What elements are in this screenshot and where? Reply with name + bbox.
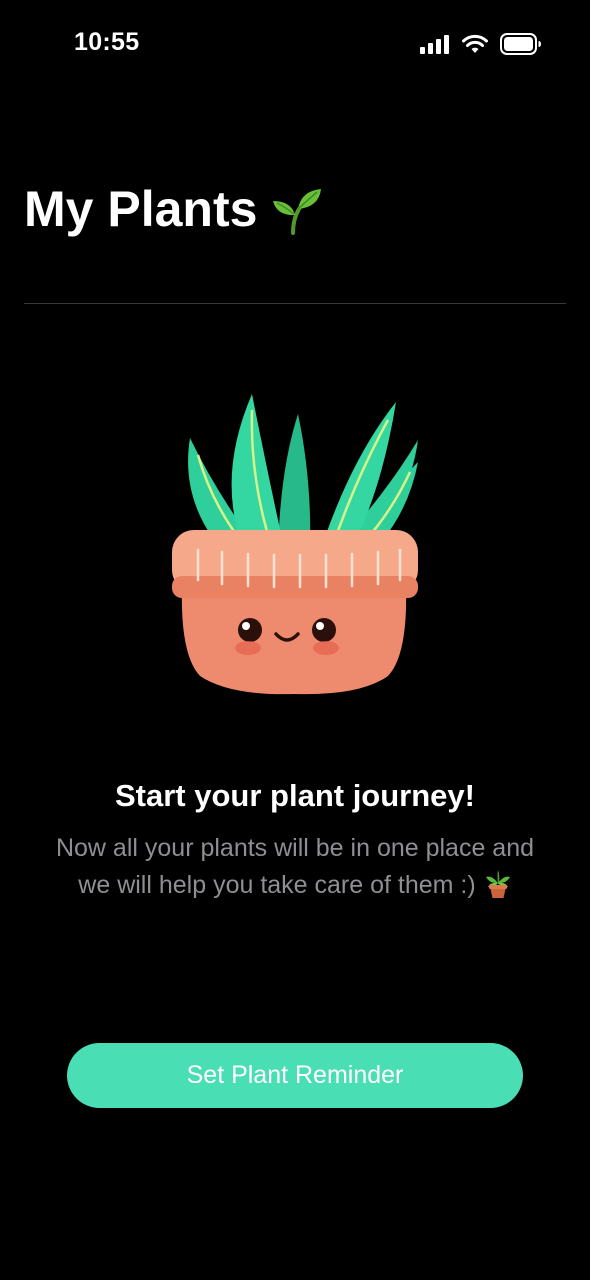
status-icons xyxy=(420,30,542,58)
wifi-icon xyxy=(462,34,488,53)
description-line-2: we will help you take care of them :) xyxy=(40,867,550,904)
empty-state-title: Start your plant journey! xyxy=(115,778,475,813)
signal-icon xyxy=(420,35,449,54)
status-time: 10:55 xyxy=(74,28,140,56)
potted-plant-icon xyxy=(485,870,510,898)
description-line-1: Now all your plants will be in one place… xyxy=(55,834,535,862)
page-title: My Plants xyxy=(24,181,258,237)
set-plant-reminder-button[interactable]: Set Plant Reminder xyxy=(67,1043,523,1108)
plant-illustration xyxy=(172,394,418,695)
status-bar: 10:55 xyxy=(0,0,590,90)
sprout-icon xyxy=(273,189,322,235)
header-divider xyxy=(24,303,566,304)
my-plants-screen: 10:55 My Plants Start your plant journey… xyxy=(0,0,590,1280)
description-line-2-text: we will help you take care of them :) xyxy=(78,871,476,899)
empty-state-description: Now all your plants will be in one place… xyxy=(40,830,550,904)
page-header: My Plants xyxy=(24,178,323,240)
battery-icon xyxy=(500,33,541,55)
